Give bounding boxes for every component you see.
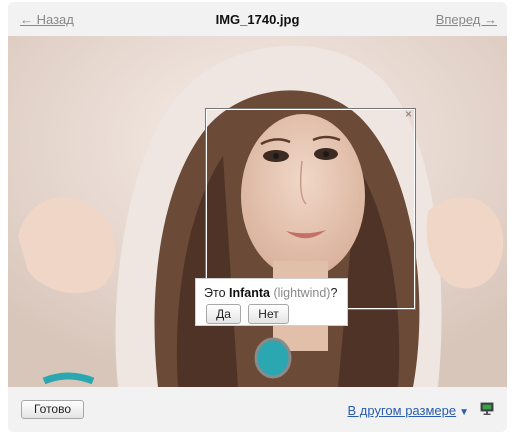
tag-person-login: (lightwind)	[273, 286, 331, 300]
tag-question-prefix: Это	[204, 286, 229, 300]
no-button[interactable]: Нет	[248, 304, 289, 324]
next-link[interactable]: Вперед →	[436, 12, 497, 27]
monitor-icon[interactable]	[480, 402, 494, 416]
image-title: IMG_1740.jpg	[215, 12, 300, 27]
close-icon[interactable]: ×	[405, 107, 412, 121]
tag-question-suffix: ?	[330, 286, 338, 300]
other-size-link[interactable]: В другом размере ▼	[348, 403, 470, 418]
tag-person-name: Infanta	[229, 286, 270, 300]
tag-question: Это Infanta (lightwind)?	[204, 286, 337, 300]
tag-prompt: Это Infanta (lightwind)? Да Нет	[195, 278, 348, 326]
done-button[interactable]: Готово	[21, 400, 84, 419]
other-size-label[interactable]: В другом размере	[348, 403, 457, 418]
viewer-footer: Готово В другом размере ▼	[8, 387, 507, 432]
yes-button[interactable]: Да	[206, 304, 241, 324]
photo[interactable]: ×	[8, 36, 507, 387]
viewer-header: ← Назад IMG_1740.jpg Вперед →	[8, 2, 507, 36]
chevron-down-icon[interactable]: ▼	[459, 407, 469, 418]
